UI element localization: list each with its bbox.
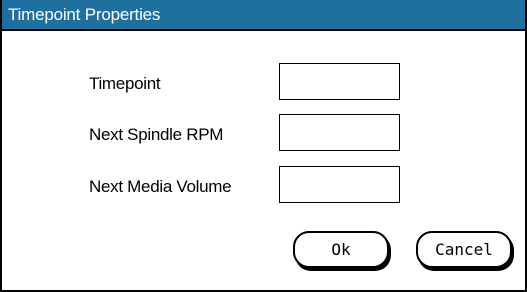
timepoint-label: Timepoint [89,74,161,93]
window-title: Timepoint Properties [8,5,161,24]
ok-button[interactable]: Ok [293,231,389,268]
timepoint-field[interactable] [279,63,400,100]
cancel-button[interactable]: Cancel [416,231,512,268]
next-media-volume-label: Next Media Volume [89,177,232,196]
next-spindle-rpm-label: Next Spindle RPM [89,125,224,144]
timepoint-properties-dialog: Timepoint Properties Timepoint Next Spin… [0,0,527,292]
next-spindle-rpm-field[interactable] [279,114,400,151]
title-bar[interactable]: Timepoint Properties [2,0,525,31]
next-media-volume-field[interactable] [279,166,400,203]
